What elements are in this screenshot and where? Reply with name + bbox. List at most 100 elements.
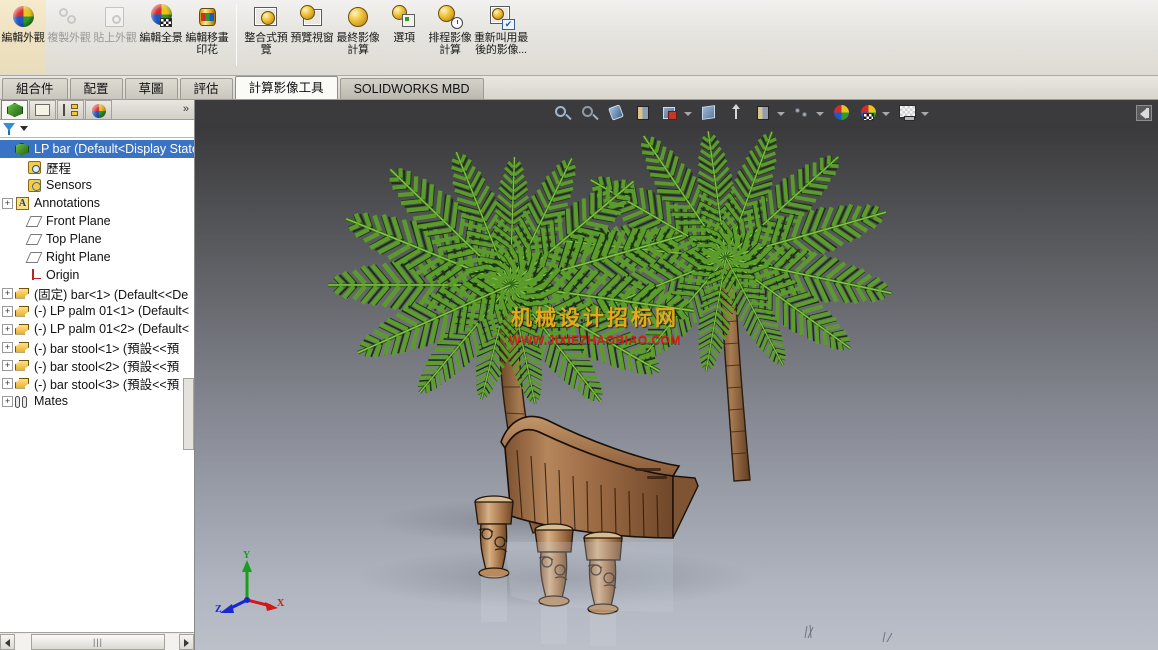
tab-sketch[interactable]: 草圖 (124, 78, 178, 99)
tree-item-mates[interactable]: + Mates (0, 392, 194, 410)
zoom-to-fit-icon[interactable] (553, 104, 573, 122)
tree-item-right-plane[interactable]: Right Plane (0, 248, 194, 266)
toolbar-separator (236, 4, 237, 66)
annotations-icon: A (15, 196, 30, 211)
edit-appearance-icon (10, 4, 36, 30)
section-view-icon[interactable] (634, 104, 654, 122)
integrated-preview-label: 整合式預覽 (244, 32, 288, 56)
zoom-to-area-icon[interactable] (580, 104, 600, 122)
appearance-chevron-down-icon[interactable] (776, 104, 785, 122)
tree-item-assembly-root[interactable]: LP bar (Default<Display State-1 (0, 140, 194, 158)
scrollbar-thumb[interactable]: ||| (31, 633, 165, 650)
tab-render-tools[interactable]: 計算影像工具 (234, 76, 338, 99)
tiki-bar-counter (500, 415, 699, 539)
schedule-render-label: 排程影像計算 (428, 32, 472, 56)
tree-item-sensors[interactable]: Sensors (0, 176, 194, 194)
edit-scene-button[interactable]: 編輯全景 (138, 0, 184, 74)
tree-expander[interactable]: + (2, 341, 13, 353)
tree-expander[interactable]: + (2, 323, 13, 335)
preview-window-label: 預覽視窗 (290, 32, 334, 44)
filter-chevron-down-icon[interactable] (20, 126, 28, 131)
graphics-viewport[interactable]: 机械设计招标网 WWW.JIXIEZHAOBIAO.COM Y X Z (195, 126, 1158, 650)
tree-item-annotations[interactable]: + A Annotations (0, 194, 194, 212)
tree-expander[interactable]: + (2, 287, 13, 299)
tree-item-front-plane[interactable]: Front Plane (0, 212, 194, 230)
scroll-left-arrow-icon[interactable] (0, 633, 15, 650)
tree-expander (14, 216, 25, 227)
scrollbar-grip: ||| (92, 636, 103, 647)
final-render-icon (345, 4, 371, 30)
copy-appearance-button[interactable]: 複製外觀 (46, 0, 92, 74)
part-icon (15, 340, 30, 355)
previous-view-icon[interactable] (607, 104, 627, 122)
tab-assembly[interactable]: 組合件 (2, 78, 68, 99)
property-manager-tab[interactable] (29, 100, 56, 119)
tab-evaluate[interactable]: 評估 (179, 78, 233, 99)
hide-show-items-icon[interactable] (727, 104, 747, 122)
scrollbar-track[interactable]: ||| (15, 633, 179, 650)
collapse-panel-button[interactable] (1136, 105, 1152, 121)
integrated-preview-button[interactable]: 整合式預覽 (243, 0, 289, 74)
display-appearance-icon[interactable] (859, 104, 879, 122)
feature-tree-filter-bar[interactable] (0, 120, 194, 138)
view-orientation-chevron-down-icon[interactable] (683, 104, 692, 122)
sensors-icon (27, 178, 42, 193)
edit-scene-icon (148, 4, 174, 30)
triad-x-label: X (277, 598, 285, 609)
recall-last-render-button[interactable]: ✔ 重新叫用最後的影像... (473, 0, 529, 74)
tree-item-origin[interactable]: Origin (0, 266, 194, 284)
feature-tree-vertical-scrollbar[interactable] (183, 378, 194, 450)
final-render-button[interactable]: 最終影像計算 (335, 0, 381, 74)
tree-item-history[interactable]: 歷程 (0, 158, 194, 176)
tree-expander[interactable]: + (2, 359, 13, 371)
tree-item-lp-palm-01-2[interactable]: + (-) LP palm 01<2> (Default< (0, 320, 194, 338)
apply-scene-icon[interactable] (832, 104, 852, 122)
tree-item-label: Sensors (46, 178, 92, 192)
tab-solidworks-mbd[interactable]: SOLIDWORKS MBD (339, 78, 484, 99)
edit-decal-button[interactable]: 編輯移畫印花 (184, 0, 230, 74)
feature-manager-overflow-chevron[interactable]: » (183, 100, 189, 119)
scroll-right-arrow-icon[interactable] (179, 633, 194, 650)
part-icon (15, 304, 30, 319)
filter-icon[interactable] (3, 122, 16, 135)
coordinate-triad: Y X Z (215, 550, 285, 622)
tree-expander (14, 270, 25, 281)
edit-appearance-button[interactable]: 編輯外觀 (0, 0, 46, 74)
viewport-layout-icon[interactable] (898, 104, 918, 122)
viewport-layout-chevron-down-icon[interactable] (920, 104, 929, 122)
hide-show-chevron-down-icon[interactable] (815, 104, 824, 122)
tab-layout[interactable]: 配置 (69, 78, 123, 99)
preview-window-button[interactable]: 預覽視窗 (289, 0, 335, 74)
tree-expander (2, 144, 13, 155)
tree-item-label: Mates (34, 394, 69, 408)
view-orientation-icon[interactable] (661, 104, 681, 122)
tree-item-lp-palm-01-1[interactable]: + (-) LP palm 01<1> (Default< (0, 302, 194, 320)
tree-expander (14, 252, 25, 263)
display-appearance-chevron-down-icon[interactable] (881, 104, 890, 122)
feature-manager-tab[interactable] (1, 100, 28, 119)
tree-item-label: LP bar (Default<Display State-1 (34, 142, 194, 156)
hide-show-dots-icon[interactable] (793, 104, 813, 122)
tree-expander[interactable]: + (2, 377, 13, 389)
triad-y-label: Y (243, 550, 251, 561)
tree-expander[interactable]: + (2, 395, 13, 407)
options-button[interactable]: 選項 (381, 0, 427, 74)
configuration-icon (63, 104, 78, 116)
tree-expander[interactable]: + (2, 305, 13, 317)
paste-appearance-button[interactable]: 貼上外觀 (92, 0, 138, 74)
feature-tree[interactable]: LP bar (Default<Display State-1 歷程 Senso… (0, 138, 194, 632)
tree-item-bar-stool-1[interactable]: + (-) bar stool<1> (預設<<預 (0, 338, 194, 356)
schedule-render-button[interactable]: 排程影像計算 (427, 0, 473, 74)
tree-item-bar-1[interactable]: + (固定) bar<1> (Default<<De (0, 284, 194, 302)
tree-expander[interactable]: + (2, 197, 13, 209)
display-style-isometric-icon[interactable] (700, 104, 720, 122)
tree-item-bar-stool-2[interactable]: + (-) bar stool<2> (預設<<預 (0, 356, 194, 374)
display-manager-tab[interactable] (85, 100, 112, 119)
tree-item-top-plane[interactable]: Top Plane (0, 230, 194, 248)
edit-appearance-view-icon[interactable] (754, 104, 774, 122)
final-render-label: 最終影像計算 (336, 32, 380, 56)
tree-item-label: Annotations (34, 196, 101, 210)
configuration-manager-tab[interactable] (57, 100, 84, 119)
feature-tree-horizontal-scrollbar[interactable]: ||| (0, 632, 194, 650)
tree-item-bar-stool-3[interactable]: + (-) bar stool<3> (預設<<預 (0, 374, 194, 392)
